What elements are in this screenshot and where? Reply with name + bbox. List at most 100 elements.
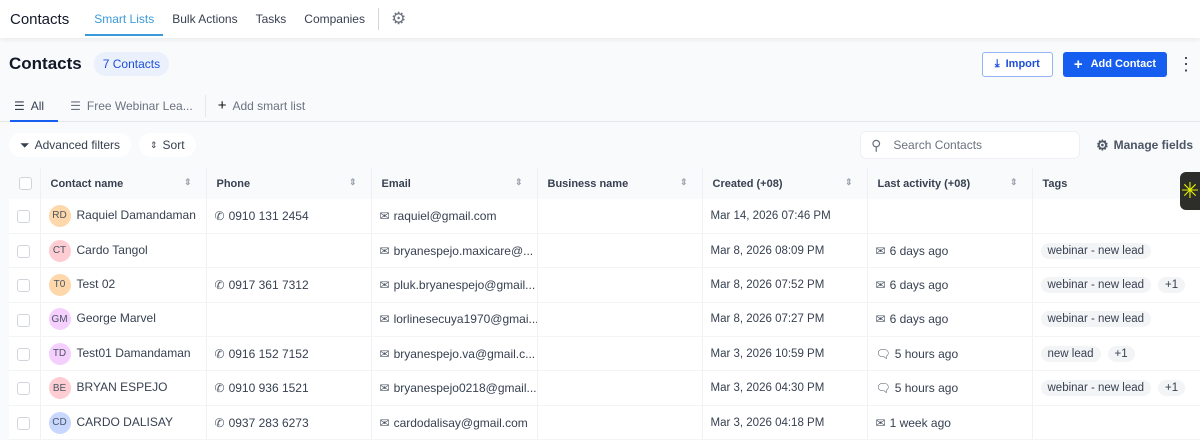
last-activity-cell: ✉ 6 days ago (867, 233, 1033, 269)
email-cell: ✉ pluk.bryanespejo@gmail... (371, 267, 538, 303)
last-activity: 6 days ago (889, 277, 949, 292)
select-cell (9, 267, 41, 303)
advanced-filters-label: Advanced filters (34, 138, 120, 152)
last-activity-cell: 🗨︎ 5 hours ago (867, 336, 1033, 372)
more-tags-badge[interactable]: +1 (1158, 380, 1186, 397)
row-checkbox[interactable] (17, 416, 30, 430)
contact-name[interactable]: Cardo Tangol (77, 243, 148, 257)
smart-list-tabs: ☰ All ☰ Free Webinar Lea... + Add smart lis… (0, 90, 1200, 122)
sort-icon[interactable]: ⇕ (184, 177, 192, 188)
sort-icon[interactable]: ⇕ (1010, 177, 1018, 188)
sort-icon[interactable]: ⇕ (515, 177, 523, 188)
add-contact-label: Add Contact (1090, 58, 1156, 70)
divider (204, 94, 206, 117)
column-header[interactable]: Email ⇕ (371, 168, 538, 199)
email: pluk.bryanespejo@gmail... (393, 277, 536, 292)
email-cell: ✉ cardodalisay@gmail.com (371, 405, 538, 440)
email: bryanespejo.maxicare@... (393, 243, 534, 258)
tab-bulk-actions[interactable]: Bulk Actions (163, 0, 246, 38)
row-checkbox[interactable] (17, 244, 30, 258)
row-checkbox[interactable] (17, 313, 30, 327)
search-icon: ⚲ (871, 136, 882, 153)
tag-badge: new lead (1040, 345, 1101, 362)
import-button[interactable]: ⤓ Import (981, 51, 1053, 77)
contact-name-cell[interactable]: CD CARDO DALISAY (40, 405, 207, 440)
column-header[interactable]: Contact name ⇕ (40, 168, 207, 199)
list-icon: ☰ (70, 98, 81, 113)
table-header: Contact name ⇕ Phone ⇕ Email ⇕ Business name ⇕ C… (9, 168, 1200, 199)
table-row[interactable]: CD CARDO DALISAY ✆ 0937 283 6273 ✉ cardodal… (9, 405, 1200, 440)
search-input[interactable]: ⚲ Search Contacts (860, 131, 1081, 159)
row-checkbox[interactable] (17, 279, 30, 293)
table-row[interactable]: T0 Test 02 ✆ 0917 361 7312 ✉ pluk.bryanespe… (9, 267, 1200, 303)
gear-icon[interactable]: ⚙ (391, 9, 406, 29)
table-row[interactable]: TD Test01 Damandaman ✆ 0916 152 7152 ✉ brya… (9, 336, 1200, 372)
more-tags-badge[interactable]: +1 (1107, 345, 1135, 362)
tags-cell (1032, 199, 1200, 234)
contact-name-cell[interactable]: RD Raquiel Damandaman (40, 199, 207, 234)
contact-name[interactable]: BRYAN ESPEJO (77, 380, 168, 394)
row-checkbox[interactable] (17, 210, 30, 224)
contact-name-cell[interactable]: T0 Test 02 (40, 267, 207, 303)
phone-cell (206, 302, 372, 338)
created-cell: Mar 8, 2026 07:27 PM (702, 302, 868, 338)
last-activity: 5 hours ago (894, 346, 959, 361)
contact-name-cell[interactable]: TD Test01 Damandaman (40, 336, 207, 372)
tab-smart-lists[interactable]: Smart Lists (85, 0, 164, 38)
last-activity: 6 days ago (889, 243, 949, 258)
column-header[interactable]: Business name ⇕ (537, 168, 703, 199)
email-cell: ✉ bryanespejo0218@gmail... (371, 370, 538, 406)
smart-list-all[interactable]: ☰ All (9, 90, 59, 122)
more-options-icon[interactable]: ⋮ (1177, 55, 1195, 73)
created-date: Mar 3, 2026 04:18 PM (710, 416, 825, 429)
last-activity: 1 week ago (889, 415, 951, 430)
row-checkbox[interactable] (17, 382, 30, 396)
column-header[interactable]: Last activity (+08) ⇕ (867, 168, 1033, 199)
phone-cell: ✆ 0917 361 7312 (206, 267, 372, 303)
phone: 0916 152 7152 (228, 346, 309, 361)
tab-companies[interactable]: Companies (295, 0, 374, 38)
mail-icon: ✉ (875, 277, 886, 292)
sort-icon[interactable]: ⇕ (680, 177, 688, 188)
table-row[interactable]: RD Raquiel Damandaman ✆ 0910 131 2454 ✉ raq… (9, 199, 1200, 234)
column-header-label: Email (381, 177, 411, 190)
add-smart-list-button[interactable]: + Add smart list (216, 90, 307, 122)
tab-tasks[interactable]: Tasks (247, 0, 296, 38)
add-contact-button[interactable]: + Add Contact (1062, 51, 1167, 77)
contact-name-cell[interactable]: BE BRYAN ESPEJO (40, 370, 207, 406)
contact-count-badge: 7 Contacts (93, 52, 170, 76)
table-row[interactable]: GM George Marvel ✉ lorlinesecuya1970@gmai.… (9, 302, 1200, 338)
select-all-checkbox[interactable] (19, 177, 32, 190)
contact-name-cell[interactable]: GM George Marvel (40, 302, 207, 338)
table-row[interactable]: CT Cardo Tangol ✉ bryanespejo.maxicare@...… (9, 233, 1200, 269)
sort-icon[interactable]: ⇕ (845, 177, 853, 188)
avatar: TD (48, 342, 71, 365)
import-label: Import (1005, 58, 1040, 70)
toolbar: ⏷ Advanced filters ⇕ Sort ⚲ Search Contacts… (0, 122, 1200, 168)
more-tags-badge[interactable]: +1 (1158, 276, 1186, 293)
email: bryanespejo0218@gmail... (393, 381, 537, 396)
contact-name-cell[interactable]: CT Cardo Tangol (40, 233, 207, 269)
sort-button[interactable]: ⇕ Sort (139, 133, 196, 157)
contact-name[interactable]: Test 02 (77, 277, 116, 291)
business-cell (537, 267, 703, 303)
created-cell: Mar 3, 2026 10:59 PM (702, 336, 868, 372)
column-header[interactable]: Created (+08) ⇕ (702, 168, 868, 199)
advanced-filters-button[interactable]: ⏷ Advanced filters (9, 133, 131, 157)
column-header[interactable]: Phone ⇕ (206, 168, 372, 199)
contact-name[interactable]: Test01 Damandaman (77, 346, 191, 360)
created-cell: Mar 3, 2026 04:18 PM (702, 405, 868, 440)
email: bryanespejo.va@gmail.c... (393, 346, 536, 361)
sort-icon[interactable]: ⇕ (349, 177, 357, 188)
column-header[interactable]: Tags (1032, 168, 1200, 199)
phone-icon: ✆ (214, 381, 225, 396)
contact-name[interactable]: CARDO DALISAY (77, 415, 173, 429)
manage-fields-button[interactable]: ⚙ Manage fields (1096, 137, 1193, 154)
row-checkbox[interactable] (17, 347, 30, 361)
table-row[interactable]: BE BRYAN ESPEJO ✆ 0910 936 1521 ✉ bryanespe… (9, 370, 1200, 406)
smart-list-webinar[interactable]: ☰ Free Webinar Lea... (68, 90, 195, 122)
contact-name[interactable]: Raquiel Damandaman (77, 208, 196, 222)
contact-name[interactable]: George Marvel (77, 312, 156, 326)
app-title: Contacts (10, 10, 70, 28)
assistant-widget[interactable]: ✳ (1180, 172, 1200, 210)
